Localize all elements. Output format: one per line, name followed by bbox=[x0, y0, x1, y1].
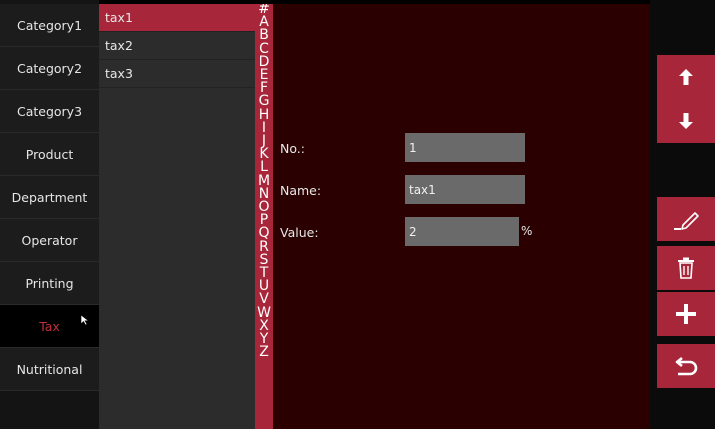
move-up-icon bbox=[679, 69, 693, 85]
mouse-cursor-icon bbox=[80, 314, 90, 326]
add-button[interactable] bbox=[657, 292, 715, 336]
move-down-icon bbox=[679, 113, 693, 129]
value-unit: % bbox=[521, 224, 533, 238]
sidebar-item-label: Category1 bbox=[16, 17, 83, 33]
sidebar-item-label: Category2 bbox=[16, 60, 83, 76]
list-item-label: tax2 bbox=[105, 38, 133, 53]
trash-icon bbox=[678, 257, 694, 279]
sidebar-item-category1[interactable]: Category1 bbox=[0, 4, 99, 47]
edit-button[interactable] bbox=[657, 197, 715, 241]
value-label: Value: bbox=[280, 225, 319, 240]
value-field[interactable]: 2 bbox=[405, 217, 519, 246]
sidebar-item-label: Product bbox=[25, 146, 74, 162]
sidebar-item-label: Department bbox=[11, 189, 88, 205]
sidebar-item-product[interactable]: Product bbox=[0, 133, 99, 176]
name-label: Name: bbox=[280, 183, 322, 198]
sidebar-item-operator[interactable]: Operator bbox=[0, 219, 99, 262]
back-button[interactable] bbox=[657, 344, 715, 388]
list-item[interactable]: tax1 bbox=[99, 4, 255, 32]
no-label: No.: bbox=[280, 141, 305, 156]
tax-list: tax1 tax2 tax3 bbox=[99, 4, 255, 429]
sidebar-item-label: Printing bbox=[25, 275, 74, 291]
back-arrow-icon bbox=[675, 356, 698, 376]
sidebar-item-department[interactable]: Department bbox=[0, 176, 99, 219]
list-item-label: tax1 bbox=[105, 10, 133, 25]
sidebar-item-printing[interactable]: Printing bbox=[0, 262, 99, 305]
delete-button[interactable] bbox=[657, 246, 715, 290]
alphabet-letter[interactable]: Z bbox=[255, 345, 273, 359]
list-item[interactable]: tax3 bbox=[99, 60, 255, 88]
plus-icon bbox=[676, 304, 696, 324]
sidebar-item-tax[interactable]: Tax bbox=[0, 305, 99, 348]
list-item[interactable]: tax2 bbox=[99, 32, 255, 60]
list-item-label: tax3 bbox=[105, 66, 133, 81]
sidebar-item-category2[interactable]: Category2 bbox=[0, 47, 99, 90]
sidebar-item-label: Nutritional bbox=[16, 361, 83, 377]
sidebar: Category1 Category2 Category3 Product De… bbox=[0, 0, 99, 429]
sidebar-item-label: Category3 bbox=[16, 103, 83, 119]
edit-icon bbox=[674, 212, 699, 230]
sidebar-item-label: Operator bbox=[21, 232, 78, 248]
move-down-button[interactable] bbox=[657, 99, 715, 143]
no-field[interactable]: 1 bbox=[405, 133, 525, 162]
name-field[interactable]: tax1 bbox=[405, 175, 525, 204]
sidebar-item-nutritional[interactable]: Nutritional bbox=[0, 348, 99, 391]
sidebar-item-category3[interactable]: Category3 bbox=[0, 90, 99, 133]
move-up-button[interactable] bbox=[657, 55, 715, 99]
sidebar-item-label: Tax bbox=[39, 318, 60, 334]
alphabet-index[interactable]: # A B C D E F G H I J K L M N O P Q R S T U V W X Y Z bbox=[255, 4, 273, 429]
